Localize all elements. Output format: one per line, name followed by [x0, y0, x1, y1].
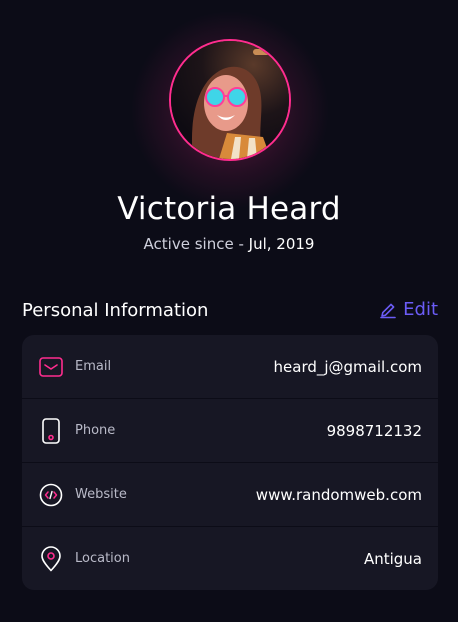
- personal-info-card: Email heard_j@gmail.com Phone 9898712132…: [22, 335, 438, 590]
- active-since: Active since - Jul, 2019: [0, 235, 458, 253]
- edit-button[interactable]: Edit: [379, 299, 438, 320]
- avatar[interactable]: [169, 39, 291, 161]
- info-value: www.randomweb.com: [255, 485, 422, 504]
- info-value: Antigua: [363, 549, 422, 568]
- info-label: Phone: [75, 423, 116, 438]
- info-row-website[interactable]: Website www.randomweb.com: [22, 463, 438, 527]
- active-since-prefix: Active since -: [143, 235, 249, 253]
- info-label: Email: [75, 359, 112, 374]
- info-label: Website: [75, 487, 127, 502]
- edit-label: Edit: [403, 299, 438, 320]
- active-since-date: Jul, 2019: [248, 235, 315, 253]
- section-title: Personal Information: [22, 300, 209, 321]
- code-icon: [38, 482, 64, 508]
- info-row-location[interactable]: Location Antigua: [22, 527, 438, 590]
- info-row-email[interactable]: Email heard_j@gmail.com: [22, 335, 438, 399]
- info-row-phone[interactable]: Phone 9898712132: [22, 399, 438, 463]
- info-value: 9898712132: [326, 421, 422, 440]
- info-value: heard_j@gmail.com: [273, 357, 422, 376]
- mail-icon: [38, 354, 64, 380]
- info-label: Location: [75, 551, 130, 566]
- profile-name: Victoria Heard: [117, 191, 341, 227]
- location-pin-icon: [38, 545, 64, 572]
- pencil-icon: [379, 301, 397, 319]
- phone-icon: [38, 417, 64, 444]
- avatar-photo: [171, 41, 289, 159]
